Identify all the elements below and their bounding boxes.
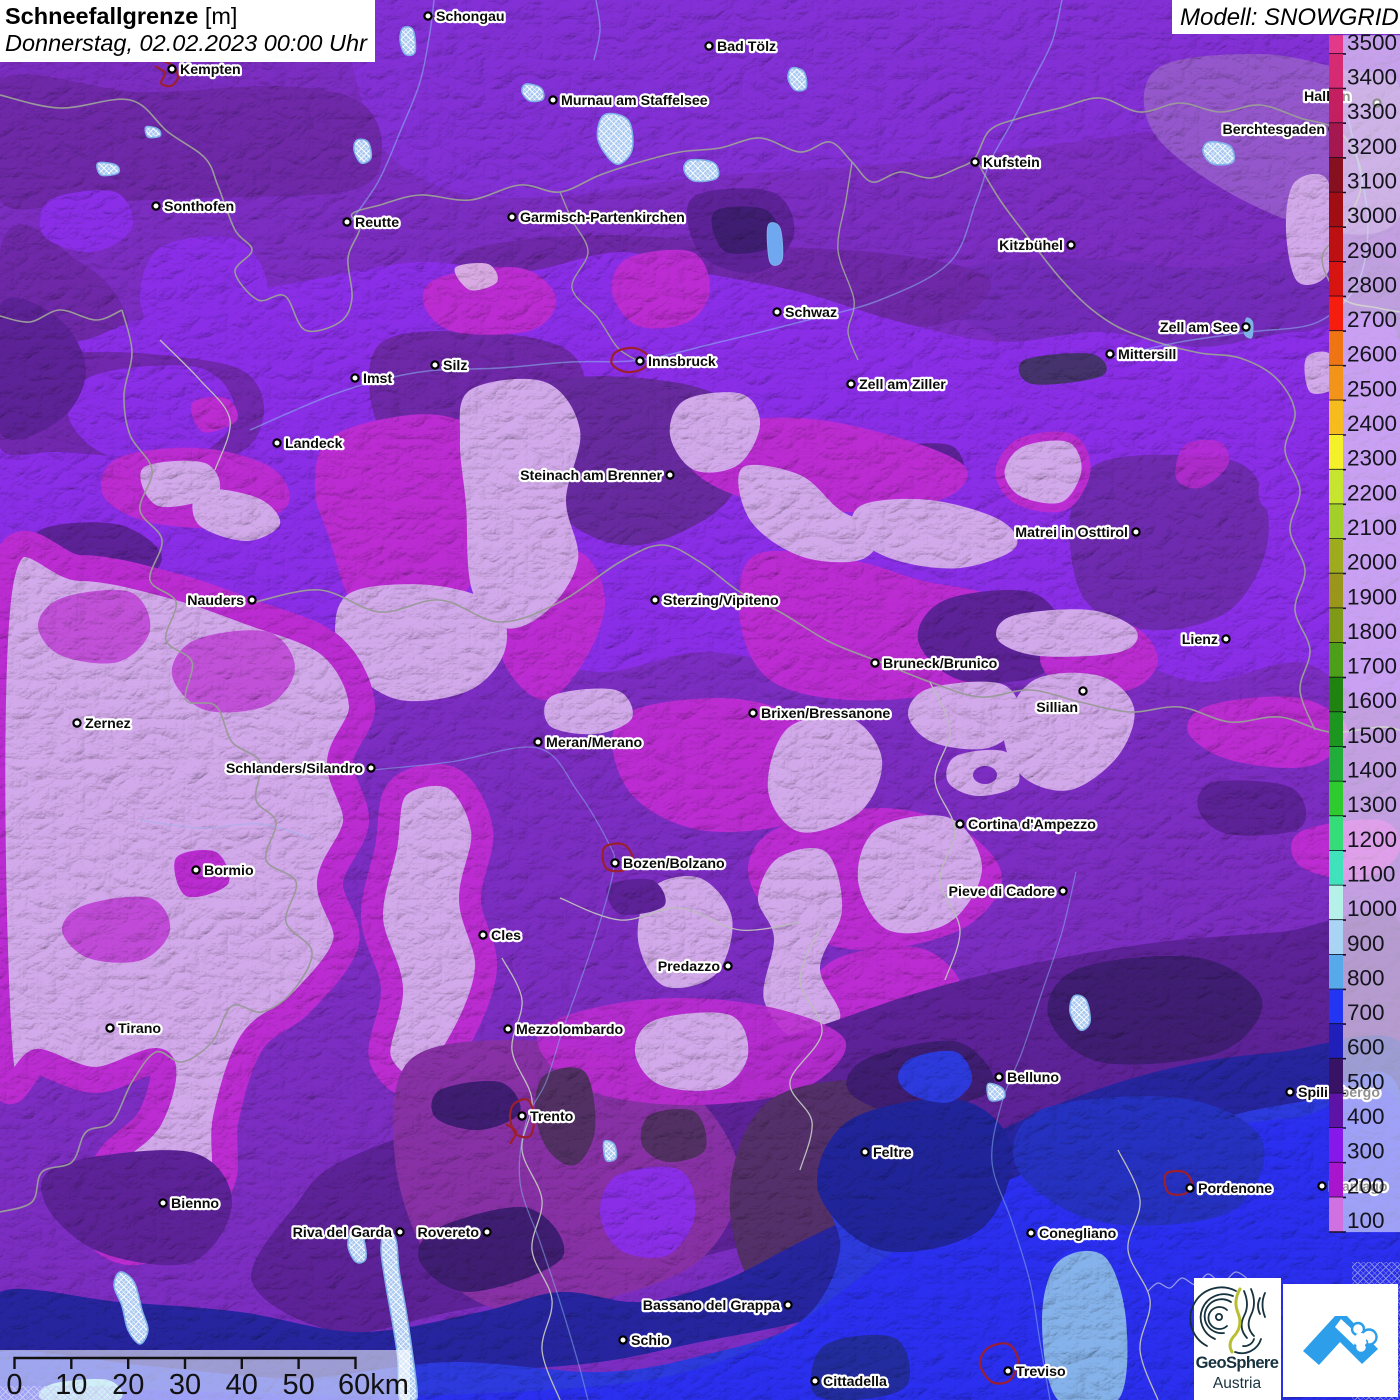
svg-text:20: 20 (112, 1369, 144, 1400)
svg-text:1400: 1400 (1347, 758, 1397, 783)
svg-text:2500: 2500 (1347, 376, 1397, 401)
svg-text:60km: 60km (338, 1369, 409, 1400)
svg-text:3300: 3300 (1347, 99, 1397, 124)
svg-text:Reutte: Reutte (355, 215, 399, 231)
svg-text:Austria: Austria (1213, 1375, 1262, 1392)
svg-text:10: 10 (55, 1369, 87, 1400)
svg-text:30: 30 (169, 1369, 201, 1400)
svg-text:Garmisch-Partenkirchen: Garmisch-Partenkirchen (520, 210, 685, 226)
svg-text:Zernez: Zernez (85, 716, 131, 732)
svg-text:3200: 3200 (1347, 134, 1397, 159)
svg-text:1500: 1500 (1347, 723, 1397, 748)
svg-text:200: 200 (1347, 1173, 1385, 1198)
svg-text:2200: 2200 (1347, 480, 1397, 505)
svg-text:Steinach am Brenner: Steinach am Brenner (520, 468, 662, 484)
svg-text:2100: 2100 (1347, 515, 1397, 540)
svg-text:Mittersill: Mittersill (1118, 347, 1176, 363)
svg-text:Landeck: Landeck (285, 436, 343, 452)
svg-text:Brixen/Bressanone: Brixen/Bressanone (761, 706, 890, 722)
svg-text:Silz: Silz (443, 358, 467, 374)
svg-text:300: 300 (1347, 1139, 1385, 1164)
svg-text:500: 500 (1347, 1069, 1385, 1094)
svg-text:2300: 2300 (1347, 446, 1397, 471)
svg-text:Mezzolombardo: Mezzolombardo (516, 1022, 624, 1038)
svg-text:0: 0 (6, 1369, 22, 1400)
svg-text:Tirano: Tirano (118, 1021, 161, 1037)
svg-text:Bruneck/Brunico: Bruneck/Brunico (883, 656, 998, 672)
svg-text:1800: 1800 (1347, 619, 1397, 644)
svg-text:Schlanders/Silandro: Schlanders/Silandro (226, 761, 364, 777)
svg-text:Matrei in Osttirol: Matrei in Osttirol (1015, 525, 1128, 541)
svg-text:2700: 2700 (1347, 307, 1397, 332)
svg-text:Cortina d'Ampezzo: Cortina d'Ampezzo (968, 817, 1096, 833)
svg-text:Meran/Merano: Meran/Merano (546, 735, 643, 751)
svg-text:Innsbruck: Innsbruck (648, 354, 716, 370)
svg-text:Bassano del Grappa: Bassano del Grappa (643, 1298, 780, 1314)
svg-text:Bozen/Bolzano: Bozen/Bolzano (623, 856, 725, 872)
svg-text:Riva del Garda: Riva del Garda (293, 1225, 392, 1241)
svg-text:Conegliano: Conegliano (1039, 1226, 1117, 1242)
svg-text:800: 800 (1347, 965, 1385, 990)
svg-text:3400: 3400 (1347, 65, 1397, 90)
svg-text:3100: 3100 (1347, 169, 1397, 194)
svg-text:Bormio: Bormio (204, 863, 254, 879)
svg-text:Berchtesgaden: Berchtesgaden (1223, 122, 1326, 138)
svg-text:Cittadella: Cittadella (823, 1374, 887, 1390)
svg-text:Kitzbühel: Kitzbühel (999, 238, 1063, 254)
svg-text:600: 600 (1347, 1035, 1385, 1060)
svg-text:Feltre: Feltre (873, 1145, 912, 1161)
svg-text:Nauders: Nauders (187, 593, 244, 609)
svg-text:Kufstein: Kufstein (983, 155, 1040, 171)
svg-text:1000: 1000 (1347, 896, 1397, 921)
svg-text:400: 400 (1347, 1104, 1385, 1129)
svg-text:700: 700 (1347, 1000, 1385, 1025)
svg-text:Sillian: Sillian (1036, 700, 1078, 716)
svg-text:Pordenone: Pordenone (1198, 1181, 1272, 1197)
svg-text:Schongau: Schongau (436, 9, 505, 25)
svg-text:Predazzo: Predazzo (658, 959, 721, 975)
svg-text:Treviso: Treviso (1016, 1364, 1066, 1380)
svg-text:1600: 1600 (1347, 688, 1397, 713)
svg-text:Zell am See: Zell am See (1160, 320, 1238, 336)
svg-text:Rovereto: Rovereto (418, 1225, 480, 1241)
svg-text:Belluno: Belluno (1007, 1070, 1059, 1086)
svg-text:Bienno: Bienno (171, 1196, 219, 1212)
svg-text:50: 50 (282, 1369, 314, 1400)
svg-text:1700: 1700 (1347, 654, 1397, 679)
svg-text:1200: 1200 (1347, 827, 1397, 852)
svg-text:Lienz: Lienz (1182, 632, 1218, 648)
svg-text:Schwaz: Schwaz (785, 305, 837, 321)
svg-text:Sonthofen: Sonthofen (164, 199, 234, 215)
svg-text:Bad Tölz: Bad Tölz (717, 39, 776, 55)
svg-text:100: 100 (1347, 1208, 1385, 1233)
svg-text:2000: 2000 (1347, 550, 1397, 575)
svg-text:Trento: Trento (530, 1109, 574, 1125)
svg-text:Sterzing/Vipiteno: Sterzing/Vipiteno (663, 593, 779, 609)
svg-text:Murnau am Staffelsee: Murnau am Staffelsee (561, 93, 708, 109)
svg-text:2900: 2900 (1347, 238, 1397, 263)
svg-text:2800: 2800 (1347, 272, 1397, 297)
svg-text:1100: 1100 (1347, 862, 1395, 887)
svg-text:Schio: Schio (631, 1333, 670, 1349)
svg-text:Zell am Ziller: Zell am Ziller (859, 377, 946, 393)
svg-text:Kempten: Kempten (180, 62, 241, 78)
svg-text:1900: 1900 (1347, 584, 1397, 609)
svg-text:2600: 2600 (1347, 342, 1397, 367)
svg-text:GeoSphere: GeoSphere (1196, 1354, 1279, 1372)
svg-text:3000: 3000 (1347, 203, 1397, 228)
svg-text:Imst: Imst (363, 371, 392, 387)
svg-text:2400: 2400 (1347, 411, 1397, 436)
svg-text:Pieve di Cadore: Pieve di Cadore (949, 884, 1056, 900)
svg-text:Cles: Cles (491, 928, 521, 944)
svg-text:40: 40 (226, 1369, 258, 1400)
svg-text:900: 900 (1347, 931, 1385, 956)
svg-text:1300: 1300 (1347, 792, 1397, 817)
